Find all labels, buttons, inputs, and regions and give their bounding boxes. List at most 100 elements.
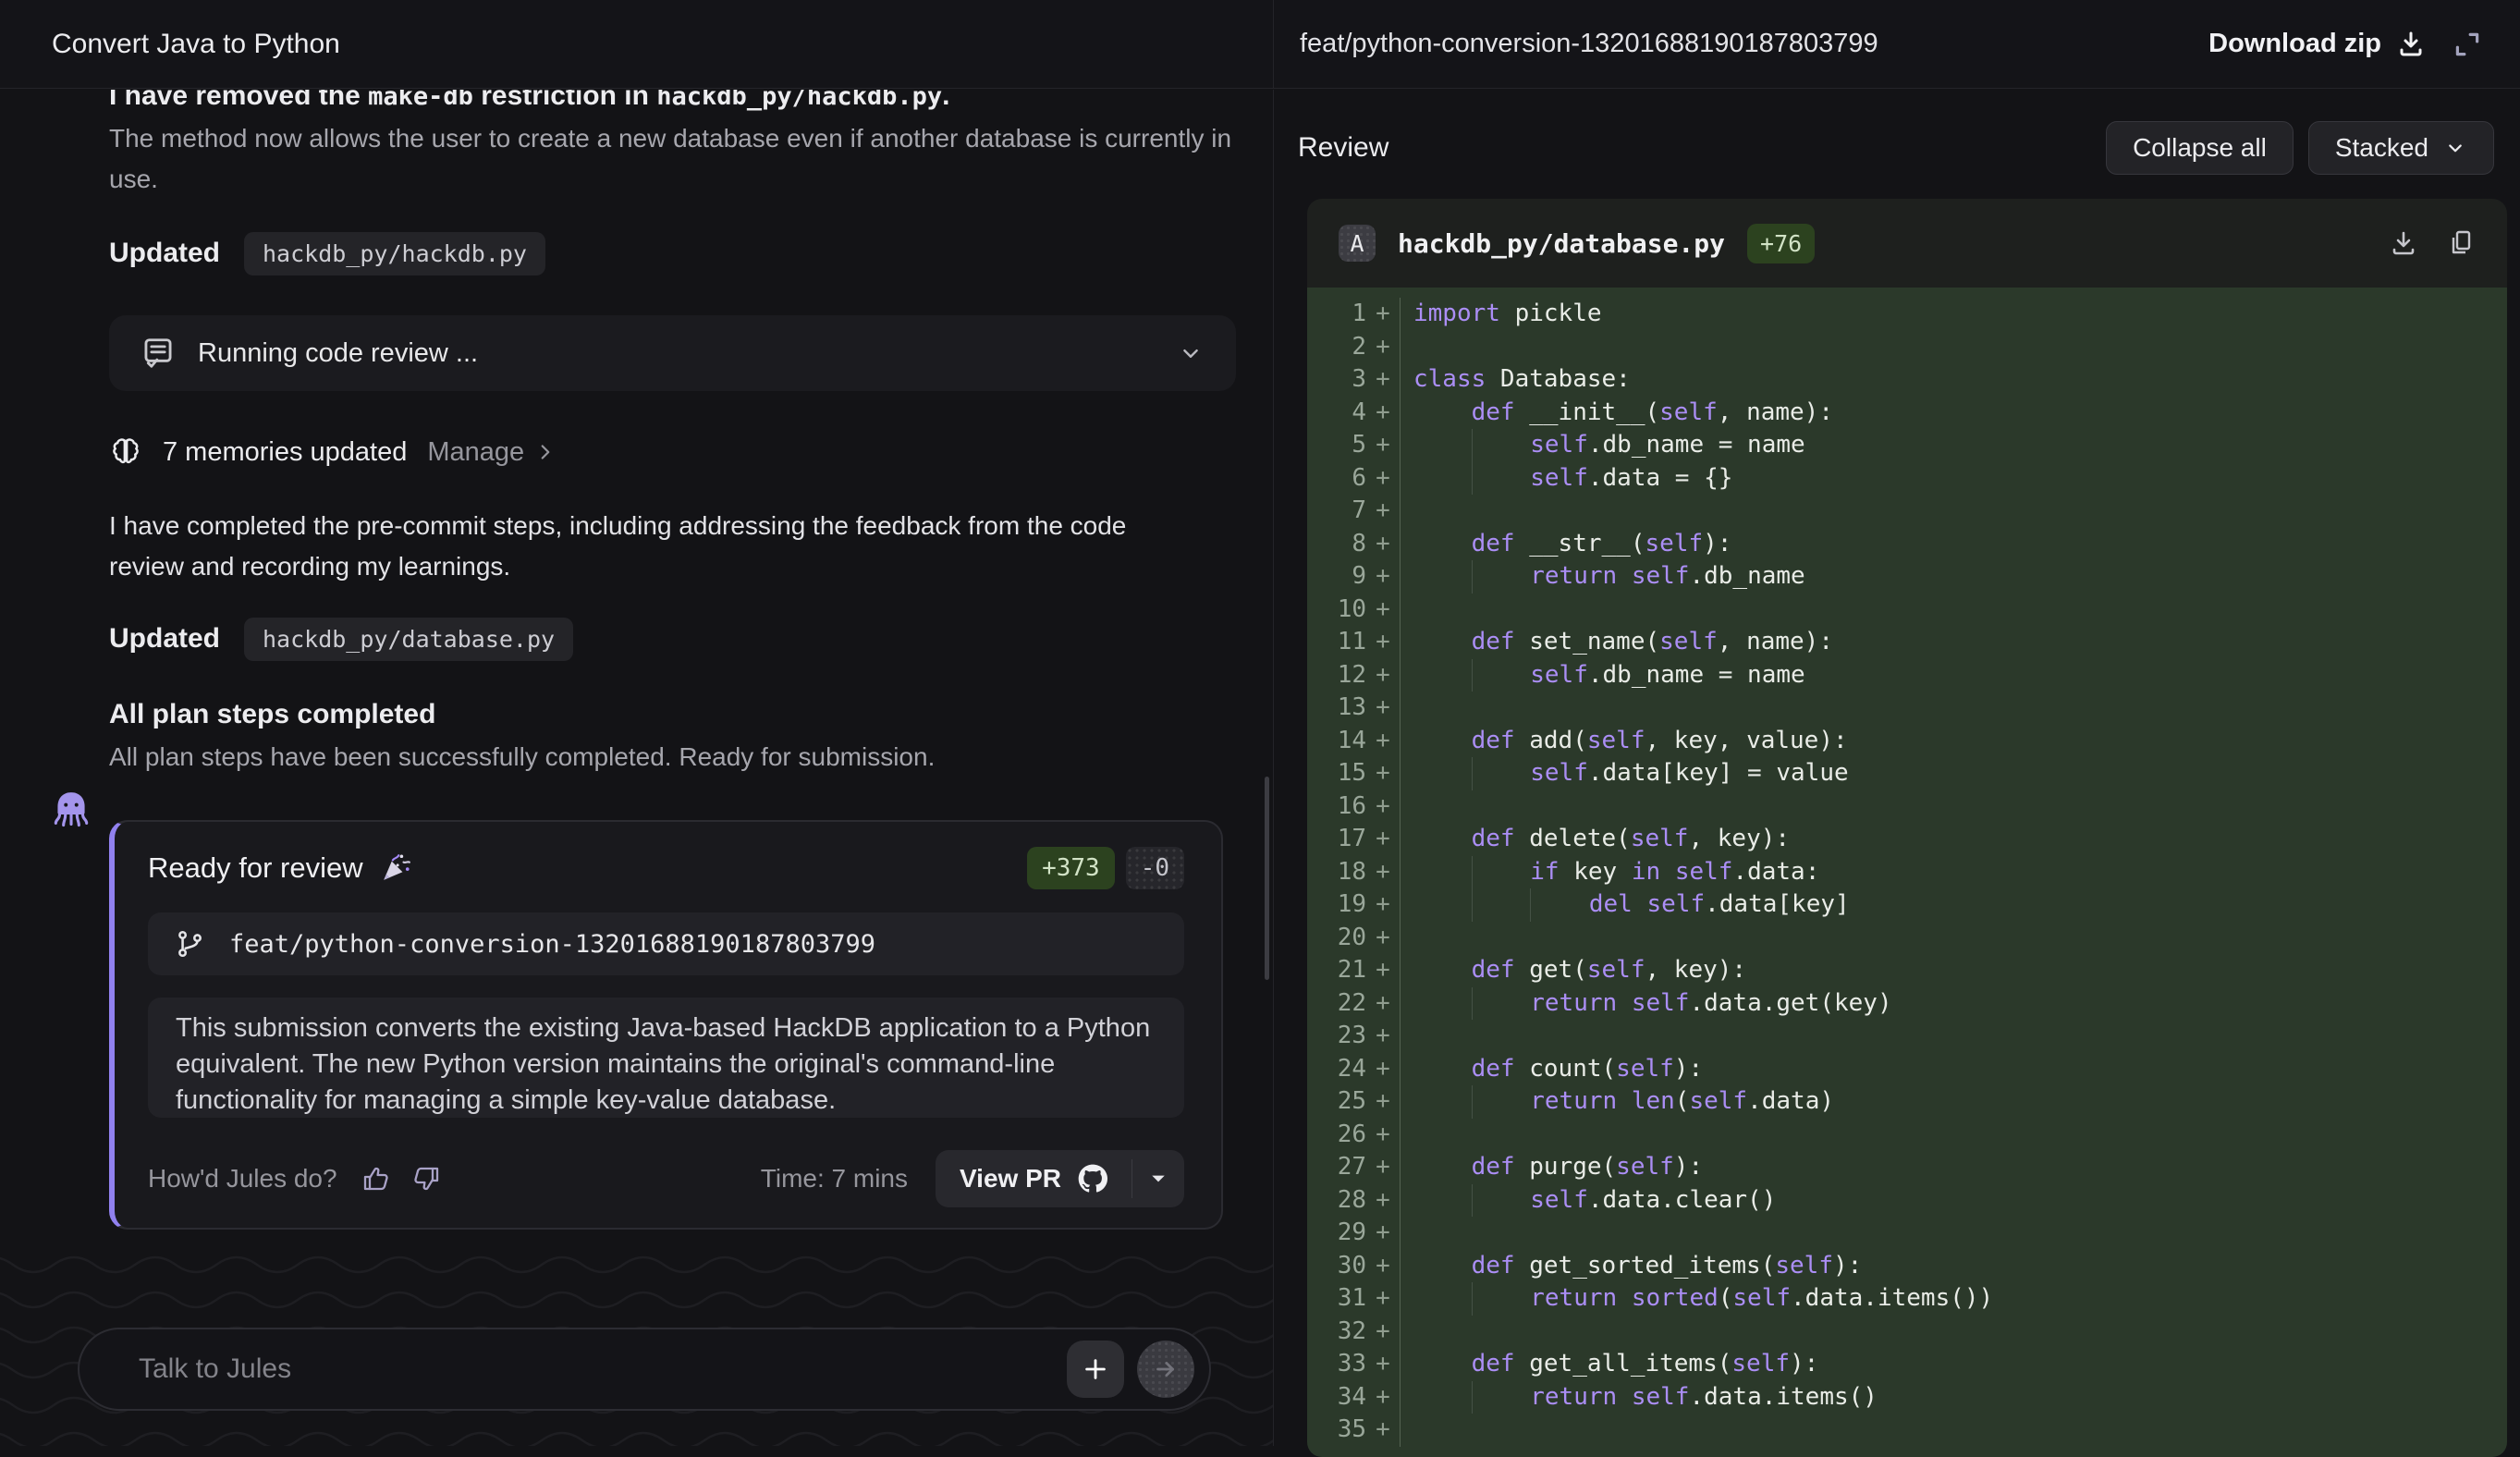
line-number: 24: [1307, 1053, 1366, 1086]
layout-label: Stacked: [2335, 133, 2428, 163]
diff-add-marker: +: [1366, 954, 1400, 987]
layout-stacked-dropdown[interactable]: Stacked: [2308, 121, 2494, 175]
code-text: self.db_name = name: [1400, 429, 2507, 462]
code-text: if key in self.data:: [1400, 856, 2507, 889]
manage-memories-link[interactable]: Manage: [427, 437, 557, 468]
diff-file-card: A hackdb_py/database.py +76 1+import pic…: [1307, 199, 2507, 1457]
updated-file-row: Updated hackdb_py/hackdb.py: [109, 229, 1236, 277]
thumbs-down-button[interactable]: [411, 1164, 441, 1194]
view-pr-dropdown-button[interactable]: [1132, 1150, 1184, 1207]
plus-icon: [1082, 1355, 1109, 1383]
ready-for-review-card: Ready for review +3: [109, 820, 1223, 1230]
attach-button[interactable]: [1067, 1341, 1124, 1398]
download-file-button[interactable]: [2389, 228, 2418, 258]
code-line: 6+ self.data = {}: [1307, 462, 2507, 496]
code-text: [1400, 1414, 2507, 1447]
diff-add-marker: +: [1366, 659, 1400, 692]
thumbs-up-button[interactable]: [361, 1164, 391, 1194]
code-text: def add(self, key, value):: [1400, 725, 2507, 758]
code-text: return sorted(self.data.items()): [1400, 1282, 2507, 1316]
send-button[interactable]: [1137, 1341, 1194, 1398]
code-text: [1400, 692, 2507, 725]
memories-updated-label: 7 memories updated: [163, 437, 407, 468]
code-line: 22+ return self.data.get(key): [1307, 987, 2507, 1021]
review-card-title-text: Ready for review: [148, 851, 363, 885]
line-number: 5: [1307, 429, 1366, 462]
updated-file-row: Updated hackdb_py/database.py: [109, 615, 1236, 663]
code-text: def get_all_items(self):: [1400, 1348, 2507, 1381]
code-line: 28+ self.data.clear(): [1307, 1184, 2507, 1218]
diff-code-view[interactable]: 1+import pickle2+3+class Database:4+ def…: [1307, 288, 2507, 1457]
code-text: return self.db_name: [1400, 560, 2507, 594]
updated-file-chip[interactable]: hackdb_py/hackdb.py: [244, 232, 545, 275]
file-actions: [2389, 228, 2476, 258]
line-number: 26: [1307, 1119, 1366, 1152]
line-number: 1: [1307, 298, 1366, 331]
line-number: 14: [1307, 725, 1366, 758]
expand-panel-button[interactable]: [2452, 29, 2483, 60]
branch-chip-label: feat/python-conversion-13201688190187803…: [229, 930, 875, 959]
code-text: def delete(self, key):: [1400, 823, 2507, 856]
branch-name: feat/python-conversion-13201688190187803…: [1300, 29, 1878, 59]
diff-add-marker: +: [1366, 823, 1400, 856]
code-line: 21+ def get(self, key):: [1307, 954, 2507, 987]
code-line: 23+: [1307, 1020, 2507, 1053]
diff-add-marker: +: [1366, 856, 1400, 889]
running-code-review-card[interactable]: Running code review ...: [109, 315, 1236, 391]
updated-file-chip[interactable]: hackdb_py/database.py: [244, 618, 573, 661]
github-icon: [1078, 1164, 1107, 1194]
code-line: 19+ del self.data[key]: [1307, 888, 2507, 922]
code-line: 16+: [1307, 790, 2507, 824]
code-text: [1400, 922, 2507, 955]
view-pr-button[interactable]: View PR: [936, 1150, 1132, 1207]
code-line: 27+ def purge(self):: [1307, 1151, 2507, 1184]
diff-add-marker: +: [1366, 987, 1400, 1021]
file-additions-badge: +76: [1747, 224, 1815, 263]
code-text: def get(self, key):: [1400, 954, 2507, 987]
line-number: 12: [1307, 659, 1366, 692]
line-number: 11: [1307, 626, 1366, 659]
feedback-prompt: How'd Jules do?: [148, 1164, 337, 1194]
code-line: 32+: [1307, 1316, 2507, 1349]
code-text: [1400, 594, 2507, 627]
code-line: 17+ def delete(self, key):: [1307, 823, 2507, 856]
line-number: 19: [1307, 888, 1366, 922]
line-number: 23: [1307, 1020, 1366, 1053]
arrow-right-icon: [1152, 1355, 1180, 1383]
updated-label: Updated: [109, 623, 220, 655]
chevron-down-icon: [1177, 339, 1205, 367]
download-zip-label: Download zip: [2208, 29, 2381, 59]
code-line: 15+ self.data[key] = value: [1307, 757, 2507, 790]
code-text: return self.data.items(): [1400, 1381, 2507, 1414]
line-number: 25: [1307, 1085, 1366, 1119]
chevron-down-icon: [2443, 136, 2467, 160]
download-icon: [2396, 30, 2426, 59]
diff-add-marker: +: [1366, 692, 1400, 725]
download-zip-button[interactable]: Download zip: [2208, 29, 2426, 59]
review-panel: Review Collapse all Stacked A hackdb_py/…: [1273, 90, 2520, 1446]
line-number: 8: [1307, 528, 1366, 561]
code-text: return self.data.get(key): [1400, 987, 2507, 1021]
message-text: restriction in: [473, 90, 656, 111]
message-text: I have removed the: [109, 90, 368, 111]
topbar-right: feat/python-conversion-13201688190187803…: [1273, 0, 2520, 88]
line-number: 20: [1307, 922, 1366, 955]
diff-add-marker: +: [1366, 298, 1400, 331]
diff-add-marker: +: [1366, 725, 1400, 758]
review-card-footer: How'd Jules do? Ti: [148, 1150, 1184, 1207]
diff-add-marker: +: [1366, 1053, 1400, 1086]
line-number: 34: [1307, 1381, 1366, 1414]
line-number: 15: [1307, 757, 1366, 790]
copy-file-button[interactable]: [2446, 228, 2476, 258]
chat-scrollbar-thumb[interactable]: [1265, 777, 1269, 980]
talk-to-jules-input[interactable]: [139, 1353, 1067, 1385]
message-text: .: [942, 90, 949, 111]
topbar: Convert Java to Python feat/python-conve…: [0, 0, 2520, 89]
diff-add-marker: +: [1366, 1184, 1400, 1218]
branch-chip[interactable]: feat/python-conversion-13201688190187803…: [148, 912, 1184, 975]
diff-add-marker: +: [1366, 495, 1400, 528]
collapse-all-button[interactable]: Collapse all: [2106, 121, 2294, 175]
code-text: [1400, 790, 2507, 824]
line-number: 9: [1307, 560, 1366, 594]
line-number: 6: [1307, 462, 1366, 496]
